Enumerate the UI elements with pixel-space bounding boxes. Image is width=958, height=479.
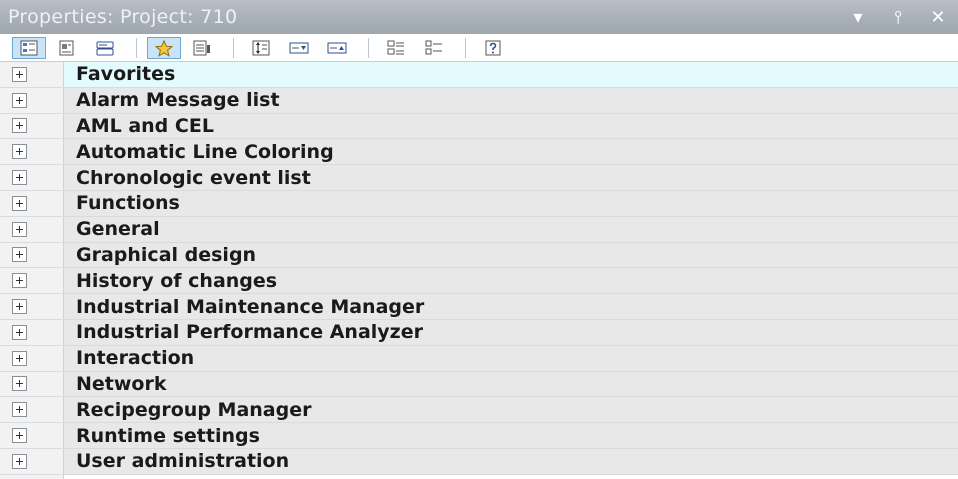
category-row[interactable]: Functions: [0, 190, 958, 217]
category-label: Chronologic event list: [64, 165, 958, 190]
help-icon: [485, 40, 501, 55]
sheet-button[interactable]: [50, 37, 84, 59]
row-gutter: [0, 242, 64, 268]
expand-plus-icon[interactable]: [12, 221, 27, 237]
category-label: Industrial Maintenance Manager: [64, 294, 958, 319]
expand-plus-icon[interactable]: [12, 247, 27, 263]
category-row[interactable]: Alarm Message list: [0, 87, 958, 114]
card-view-icon: [96, 41, 114, 55]
title-bar[interactable]: Properties: Project: 710 ▾ ⫯ ✕: [0, 0, 958, 34]
properties-grid-icon: [193, 40, 210, 55]
categorized-view-button[interactable]: [12, 36, 46, 59]
toolbar-separator: [368, 37, 369, 58]
expand-plus-icon[interactable]: [12, 350, 27, 366]
expand-plus-icon[interactable]: [12, 195, 27, 211]
category-label: Functions: [64, 190, 958, 216]
expand-plus-icon[interactable]: [12, 428, 27, 444]
close-icon[interactable]: ✕: [918, 7, 958, 28]
row-gutter: [0, 345, 64, 371]
category-list: Favorites Alarm Message list AML and CEL Au…: [0, 62, 958, 475]
expand-plus-icon[interactable]: [12, 376, 27, 392]
category-row[interactable]: Favorites: [0, 62, 958, 88]
collapse-up-button[interactable]: [320, 37, 354, 59]
toolbar-separator: [465, 37, 466, 58]
pin-icon[interactable]: ⫯: [878, 7, 918, 28]
category-row[interactable]: Network: [0, 371, 958, 398]
category-row[interactable]: Runtime settings: [0, 423, 958, 449]
categorized-view-icon: [20, 40, 38, 55]
expand-plus-icon[interactable]: [12, 144, 27, 160]
category-row[interactable]: History of changes: [0, 268, 958, 295]
expand-plus-icon[interactable]: [12, 66, 27, 82]
favorites-star-button[interactable]: [147, 36, 181, 59]
detail-list-icon: [387, 40, 404, 54]
collapse-up-icon: [327, 42, 347, 53]
category-label: Network: [64, 371, 958, 397]
category-label: Graphical design: [64, 242, 958, 268]
category-row[interactable]: Recipegroup Manager: [0, 397, 958, 424]
expand-plus-icon[interactable]: [12, 273, 27, 289]
dropdown-icon[interactable]: ▾: [838, 7, 878, 28]
row-gutter: [0, 165, 64, 190]
expand-plus-icon[interactable]: [12, 170, 27, 186]
category-label: General: [64, 216, 958, 242]
row-gutter: [0, 294, 64, 319]
properties-grid-button[interactable]: [185, 37, 219, 59]
category-label: Industrial Performance Analyzer: [64, 319, 958, 345]
expand-plus-icon[interactable]: [12, 324, 27, 340]
toolbar-separator: [136, 37, 137, 58]
category-row[interactable]: Industrial Performance Analyzer: [0, 319, 958, 346]
category-label: Favorites: [64, 62, 958, 87]
column-sort-button[interactable]: [244, 37, 278, 59]
expand-plus-icon[interactable]: [12, 118, 27, 134]
expand-down-button[interactable]: [282, 37, 316, 59]
help-button[interactable]: [476, 37, 510, 59]
category-row[interactable]: Industrial Maintenance Manager: [0, 294, 958, 320]
row-gutter: [0, 87, 64, 113]
row-gutter: [0, 319, 64, 345]
row-gutter: [0, 397, 64, 423]
expand-plus-icon[interactable]: [12, 402, 27, 418]
category-row[interactable]: Graphical design: [0, 242, 958, 269]
row-gutter: [0, 448, 64, 474]
category-label: AML and CEL: [64, 113, 958, 139]
category-label: Runtime settings: [64, 423, 958, 448]
category-label: Recipegroup Manager: [64, 397, 958, 423]
category-label: Interaction: [64, 345, 958, 371]
row-gutter: [0, 62, 64, 87]
favorites-star-icon: [154, 39, 174, 57]
expand-plus-icon[interactable]: [12, 92, 27, 108]
column-sort-icon: [252, 40, 270, 55]
tree-list-button[interactable]: [417, 37, 451, 59]
gutter-tail: [0, 475, 64, 479]
expand-down-icon: [289, 42, 309, 53]
row-gutter: [0, 371, 64, 397]
row-gutter: [0, 139, 64, 165]
category-row[interactable]: User administration: [0, 448, 958, 475]
category-row[interactable]: General: [0, 216, 958, 243]
detail-list-button[interactable]: [379, 37, 413, 59]
tree-list-icon: [425, 40, 442, 54]
toolbar-separator: [233, 37, 234, 58]
expand-plus-icon[interactable]: [12, 453, 27, 469]
category-row[interactable]: AML and CEL: [0, 113, 958, 140]
row-gutter: [0, 268, 64, 294]
row-gutter: [0, 216, 64, 242]
row-gutter: [0, 113, 64, 139]
row-gutter: [0, 423, 64, 448]
card-view-button[interactable]: [88, 37, 122, 59]
category-row[interactable]: Chronologic event list: [0, 165, 958, 191]
category-label: Alarm Message list: [64, 87, 958, 113]
category-row[interactable]: Automatic Line Coloring: [0, 139, 958, 166]
toolbar: [0, 34, 958, 62]
category-label: User administration: [64, 448, 958, 474]
window-title: Properties: Project: 710: [8, 6, 238, 28]
properties-panel: Properties: Project: 710 ▾ ⫯ ✕ Favorites…: [0, 0, 958, 479]
category-row[interactable]: Interaction: [0, 345, 958, 372]
category-label: History of changes: [64, 268, 958, 294]
expand-plus-icon[interactable]: [12, 299, 27, 315]
row-gutter: [0, 190, 64, 216]
category-label: Automatic Line Coloring: [64, 139, 958, 165]
sheet-icon: [59, 40, 74, 55]
